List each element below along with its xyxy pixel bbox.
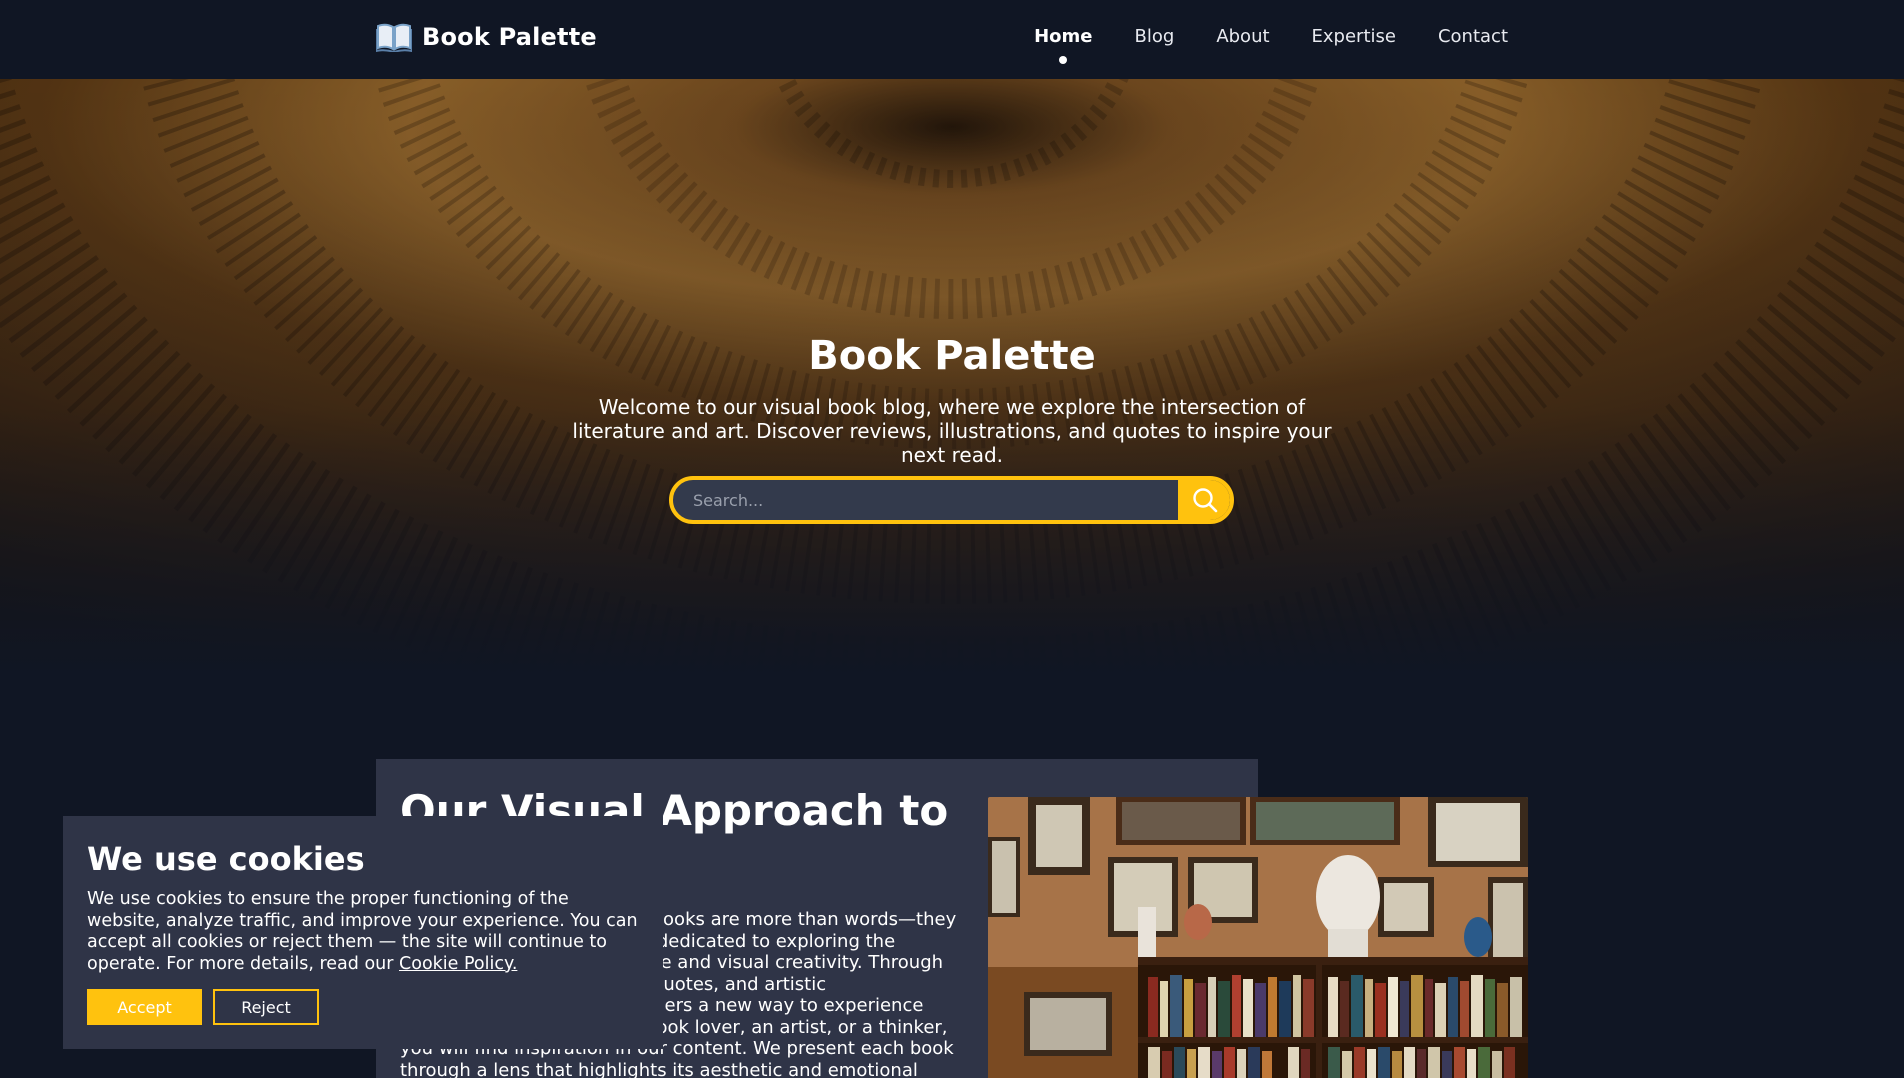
cookie-banner: We use cookies We use cookies to ensure … <box>63 816 663 1049</box>
hero-subtitle: Welcome to our visual book blog, where w… <box>572 395 1332 467</box>
search-bar <box>669 476 1234 524</box>
nav-item-home[interactable]: Home <box>1034 26 1093 64</box>
hero-section: Book Palette Welcome to our visual book … <box>0 79 1904 677</box>
cookie-title: We use cookies <box>87 840 365 878</box>
cookie-text: We use cookies to ensure the proper func… <box>87 889 647 975</box>
active-indicator-dot <box>1059 56 1068 64</box>
bookshelf-image <box>988 797 1528 1078</box>
nav-item-blog[interactable]: Blog <box>1135 26 1175 47</box>
reject-cookies-button[interactable]: Reject <box>213 989 319 1025</box>
nav-item-contact[interactable]: Contact <box>1438 26 1508 47</box>
nav-item-about[interactable]: About <box>1216 26 1269 47</box>
cookie-policy-link[interactable]: Cookie Policy. <box>399 954 517 974</box>
hero-title: Book Palette <box>808 333 1096 379</box>
accept-cookies-button[interactable]: Accept <box>87 989 202 1025</box>
nav-item-expertise[interactable]: Expertise <box>1312 26 1396 47</box>
logo-link[interactable]: Book Palette <box>376 22 597 52</box>
bookshelf-photo <box>988 797 1528 1078</box>
site-header: Book Palette Home Blog About Expertise C… <box>0 0 1904 79</box>
search-icon <box>1193 488 1218 513</box>
nav-item-label: Home <box>1034 26 1093 47</box>
search-button[interactable] <box>1178 480 1230 520</box>
main-nav: Home Blog About Expertise Contact <box>1034 26 1508 64</box>
search-input[interactable] <box>673 480 1181 520</box>
brand-name: Book Palette <box>422 23 597 51</box>
cookie-message: We use cookies to ensure the proper func… <box>87 889 638 974</box>
open-book-icon <box>376 23 412 52</box>
